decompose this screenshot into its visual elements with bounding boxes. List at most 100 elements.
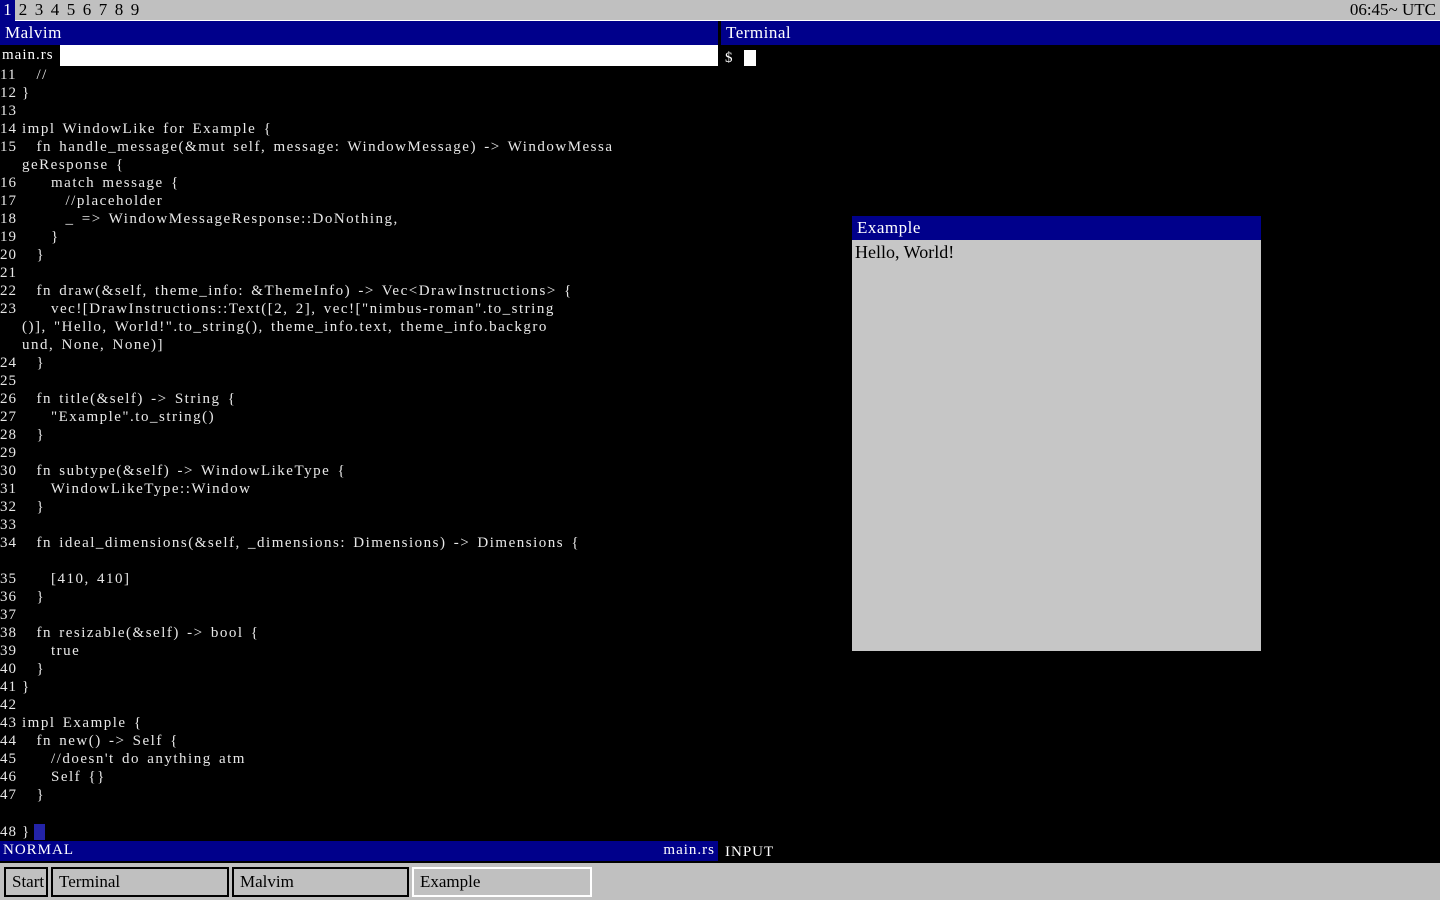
line-number: 40 <box>0 660 22 678</box>
workspace-button[interactable]: 3 <box>31 0 47 21</box>
terminal-titlebar[interactable]: Terminal <box>721 21 1440 45</box>
workspace-button-active[interactable]: 1 <box>0 0 15 21</box>
code-row: 14impl WindowLike for Example { <box>0 120 718 138</box>
code-row: 24 } <box>0 354 718 372</box>
line-number: 37 <box>0 606 22 624</box>
code-text: _ => WindowMessageResponse::DoNothing, <box>22 210 399 228</box>
code-text: } <box>22 588 45 606</box>
code-text: } <box>22 678 31 696</box>
line-number: 47 <box>0 786 22 804</box>
line-number: 45 <box>0 750 22 768</box>
code-row: 33 <box>0 516 718 534</box>
code-row: 29 <box>0 444 718 462</box>
code-text: } <box>22 84 31 102</box>
line-number <box>0 552 22 570</box>
line-number <box>0 336 22 354</box>
line-number: 41 <box>0 678 22 696</box>
taskbar: Start Terminal Malvim Example <box>0 863 1440 900</box>
taskbar-item-terminal[interactable]: Terminal <box>51 867 229 897</box>
code-row: 30 fn subtype(&self) -> WindowLikeType { <box>0 462 718 480</box>
line-number: 38 <box>0 624 22 642</box>
example-titlebar[interactable]: Example <box>852 216 1261 240</box>
code-text: } <box>22 823 31 841</box>
workspace-button[interactable]: 7 <box>95 0 111 21</box>
code-text: } <box>22 246 45 264</box>
code-row: 25 <box>0 372 718 390</box>
code-row: 40 } <box>0 660 718 678</box>
workspace-button[interactable]: 8 <box>111 0 127 21</box>
editor-cursor <box>34 824 45 840</box>
line-number: 15 <box>0 138 22 156</box>
code-text: } <box>22 228 60 246</box>
code-text: impl Example { <box>22 714 143 732</box>
line-number: 44 <box>0 732 22 750</box>
start-button[interactable]: Start <box>4 867 48 897</box>
workspace-button[interactable]: 2 <box>15 0 31 21</box>
code-row: ()], "Hello, World!".to_string(), theme_… <box>0 318 718 336</box>
code-row: 15 fn handle_message(&mut self, message:… <box>0 138 718 156</box>
prompt-line: $ <box>725 49 1440 67</box>
code-row: geResponse { <box>0 156 718 174</box>
workspace-button[interactable]: 5 <box>63 0 79 21</box>
line-number: 14 <box>0 120 22 138</box>
line-number <box>0 318 22 336</box>
line-number: 42 <box>0 696 22 714</box>
line-number: 21 <box>0 264 22 282</box>
code-row: 47 } <box>0 786 718 804</box>
code-row-cursor: 48} <box>0 823 718 841</box>
code-text: // <box>22 66 48 84</box>
line-number <box>0 156 22 174</box>
line-number: 29 <box>0 444 22 462</box>
line-number: 27 <box>0 408 22 426</box>
code-text: impl WindowLike for Example { <box>22 120 272 138</box>
code-row: 20 } <box>0 246 718 264</box>
workspace-buttons: 23456789 <box>15 0 143 21</box>
line-number: 35 <box>0 570 22 588</box>
workspace-button[interactable]: 9 <box>127 0 143 21</box>
code-text: geResponse { <box>22 156 125 174</box>
line-number: 31 <box>0 480 22 498</box>
code-row: 39 true <box>0 642 718 660</box>
code-area[interactable]: 11 // 12} 13 14impl WindowLike for Examp… <box>0 66 718 823</box>
workspace-button[interactable]: 4 <box>47 0 63 21</box>
example-body: Hello, World! <box>852 240 1261 651</box>
line-number: 16 <box>0 174 22 192</box>
code-text: fn resizable(&self) -> bool { <box>22 624 259 642</box>
vim-mode-indicator: NORMAL <box>3 841 74 861</box>
line-number: 20 <box>0 246 22 264</box>
code-row: 11 // <box>0 66 718 84</box>
code-row: 21 <box>0 264 718 282</box>
code-text: ()], "Hello, World!".to_string(), theme_… <box>22 318 548 336</box>
taskbar-item-malvim[interactable]: Malvim <box>232 867 409 897</box>
code-text: } <box>22 498 45 516</box>
code-text: vec![DrawInstructions::Text([2, 2], vec!… <box>22 300 555 318</box>
statusbar-filename: main.rs <box>663 841 715 861</box>
workspace-bar: 1 23456789 06:45~ UTC <box>0 0 1440 21</box>
editor-titlebar[interactable]: Malvim <box>0 21 718 45</box>
code-row: 23 vec![DrawInstructions::Text([2, 2], v… <box>0 300 718 318</box>
taskbar-item-example[interactable]: Example <box>412 867 592 897</box>
code-text: WindowLikeType::Window <box>22 480 251 498</box>
tab-main-rs[interactable]: main.rs <box>0 45 60 66</box>
code-row: 43impl Example { <box>0 714 718 732</box>
line-number: 18 <box>0 210 22 228</box>
line-number: 13 <box>0 102 22 120</box>
code-row: 36 } <box>0 588 718 606</box>
code-row: 19 } <box>0 228 718 246</box>
code-row: 18 _ => WindowMessageResponse::DoNothing… <box>0 210 718 228</box>
code-row: 31 WindowLikeType::Window <box>0 480 718 498</box>
line-number: 46 <box>0 768 22 786</box>
code-text: Self {} <box>22 768 106 786</box>
line-number: 33 <box>0 516 22 534</box>
code-row <box>0 552 718 570</box>
example-window: Example Hello, World! <box>852 216 1261 651</box>
workspace-button[interactable]: 6 <box>79 0 95 21</box>
line-number: 26 <box>0 390 22 408</box>
code-text: } <box>22 786 45 804</box>
code-text: //placeholder <box>22 192 163 210</box>
line-number: 32 <box>0 498 22 516</box>
code-row: 17 //placeholder <box>0 192 718 210</box>
code-text: true <box>22 642 80 660</box>
code-row: 45 //doesn't do anything atm <box>0 750 718 768</box>
code-text: fn draw(&self, theme_info: &ThemeInfo) -… <box>22 282 573 300</box>
